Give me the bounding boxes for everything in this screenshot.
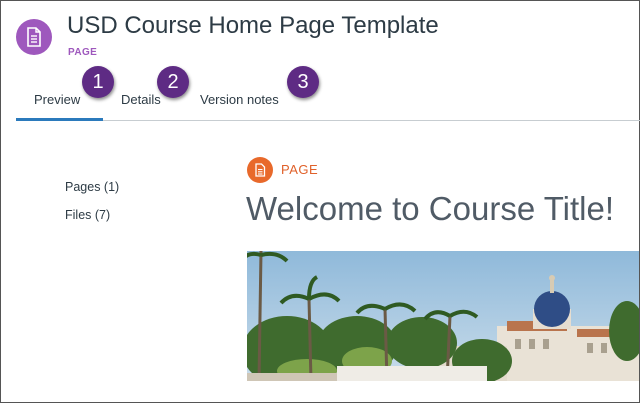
tab-preview[interactable]: Preview [34,92,80,107]
campus-photo [247,251,639,381]
sidebar-item-files[interactable]: Files (7) [65,208,110,222]
sidebar-item-pages[interactable]: Pages (1) [65,180,119,194]
tabs-divider [16,120,640,121]
callout-badge-3: 3 [287,66,319,98]
callout-badge-1: 1 [82,66,114,98]
page-title: USD Course Home Page Template [67,12,439,39]
preview-type-label: PAGE [281,162,319,177]
tab-version-notes[interactable]: Version notes [200,92,279,107]
active-tab-indicator [16,118,103,121]
document-icon [247,157,273,183]
preview-heading: Welcome to Course Title! [246,190,615,227]
document-icon [16,19,52,55]
callout-badge-2: 2 [157,66,189,98]
tab-details[interactable]: Details [121,92,161,107]
page-type-label: PAGE [68,47,98,58]
